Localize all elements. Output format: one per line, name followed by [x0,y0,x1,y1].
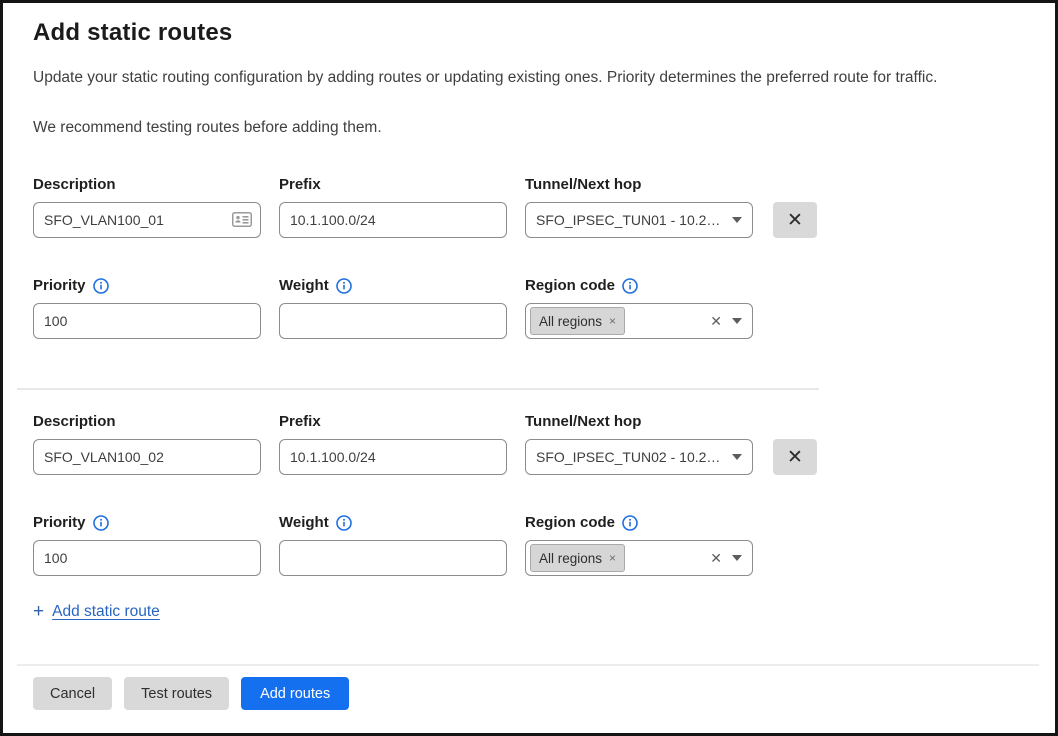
info-icon[interactable] [336,278,352,294]
info-icon[interactable] [622,515,638,531]
tunnel-label: Tunnel/Next hop [525,175,641,195]
tag-remove-icon[interactable]: × [609,552,616,564]
tunnel-field-group: Tunnel/Next hop SFO_IPSEC_TUN01 - 10.25.… [525,175,753,238]
close-icon: ✕ [787,209,803,232]
region-label: Region code [525,513,615,533]
weight-input[interactable] [279,540,507,576]
weight-input[interactable] [279,303,507,339]
info-icon[interactable] [622,278,638,294]
footer-divider [17,664,1039,666]
priority-field-group: Priority [33,276,261,339]
prefix-field-group: Prefix [279,175,507,238]
region-tag-label: All regions [539,551,602,566]
weight-field-group: Weight [279,513,507,576]
weight-label: Weight [279,513,329,533]
description-field-group: Description [33,175,261,238]
add-static-routes-dialog: Add static routes Update your static rou… [0,0,1058,736]
region-multiselect[interactable]: All regions × ✕ [525,303,753,339]
route-divider [17,388,819,390]
contact-card-icon [232,212,252,232]
prefix-field-group: Prefix [279,412,507,475]
weight-field-group: Weight [279,276,507,339]
priority-label: Priority [33,276,86,296]
description-label: Description [33,175,116,195]
add-static-route-label: Add static route [52,603,160,621]
chevron-down-icon [732,318,742,324]
info-icon[interactable] [336,515,352,531]
cancel-button[interactable]: Cancel [33,677,112,710]
description-label: Description [33,412,116,432]
description-input[interactable] [33,439,261,475]
chevron-down-icon [732,555,742,561]
close-icon: ✕ [787,446,803,469]
weight-label: Weight [279,276,329,296]
remove-route-button[interactable]: ✕ [773,202,817,238]
prefix-input[interactable] [279,202,507,238]
priority-field-group: Priority [33,513,261,576]
route-entry-2: Description Prefix Tunnel/Next hop SFO_I… [33,412,1025,576]
tunnel-selected-value: SFO_IPSEC_TUN02 - 10.25... [536,449,724,465]
info-icon[interactable] [93,278,109,294]
region-multiselect[interactable]: All regions × ✕ [525,540,753,576]
add-routes-button[interactable]: Add routes [241,677,349,710]
tunnel-select[interactable]: SFO_IPSEC_TUN01 - 10.25... [525,202,753,238]
footer-actions: Cancel Test routes Add routes [33,677,1025,710]
test-routes-button[interactable]: Test routes [124,677,229,710]
info-icon[interactable] [93,515,109,531]
intro-text-1: Update your static routing configuration… [33,67,1025,89]
region-field-group: Region code All regions × ✕ [525,276,753,339]
intro-text-2: We recommend testing routes before addin… [33,117,1025,139]
remove-route-button[interactable]: ✕ [773,439,817,475]
region-field-group: Region code All regions × ✕ [525,513,753,576]
route-entry-1: Description [33,175,1025,390]
plus-icon: + [33,602,44,621]
description-input[interactable] [33,202,261,238]
region-tag: All regions × [530,307,625,335]
priority-label: Priority [33,513,86,533]
tunnel-label: Tunnel/Next hop [525,412,641,432]
prefix-label: Prefix [279,412,321,432]
region-tag: All regions × [530,544,625,572]
add-static-route-link[interactable]: + Add static route [33,602,160,621]
clear-selection-icon[interactable]: ✕ [710,314,722,328]
tunnel-selected-value: SFO_IPSEC_TUN01 - 10.25... [536,212,724,228]
priority-input[interactable] [33,540,261,576]
region-label: Region code [525,276,615,296]
prefix-input[interactable] [279,439,507,475]
priority-input[interactable] [33,303,261,339]
prefix-label: Prefix [279,175,321,195]
clear-selection-icon[interactable]: ✕ [710,551,722,565]
description-field-group: Description [33,412,261,475]
tag-remove-icon[interactable]: × [609,315,616,327]
tunnel-select[interactable]: SFO_IPSEC_TUN02 - 10.25... [525,439,753,475]
region-tag-label: All regions [539,314,602,329]
tunnel-field-group: Tunnel/Next hop SFO_IPSEC_TUN02 - 10.25.… [525,412,753,475]
chevron-down-icon [732,454,742,460]
chevron-down-icon [732,217,742,223]
page-title: Add static routes [33,17,1025,49]
